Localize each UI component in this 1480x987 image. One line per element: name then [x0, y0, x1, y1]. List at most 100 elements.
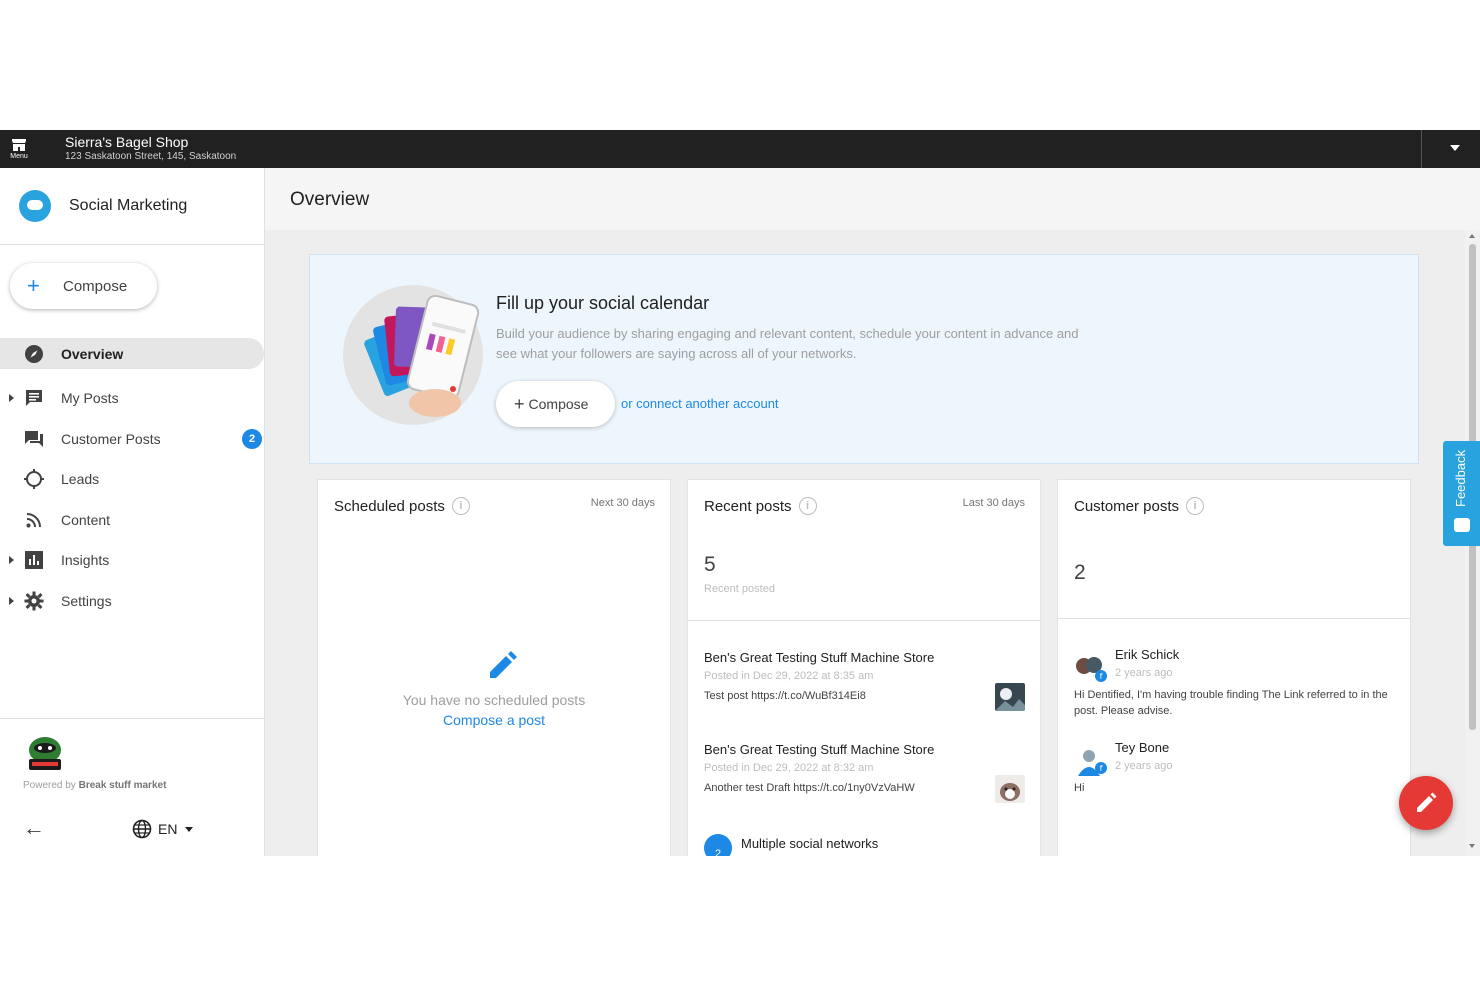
avatar: f: [1076, 657, 1107, 682]
brand-header: Social Marketing: [0, 168, 264, 245]
topbar-divider: [1421, 130, 1422, 168]
chat-icon: [23, 387, 45, 409]
customer-name: Erik Schick: [1115, 647, 1180, 662]
sidebar-item-label: Overview: [61, 345, 124, 362]
list-item[interactable]: Ben's Great Testing Stuff Machine Store …: [704, 650, 1029, 730]
card-divider: [1058, 618, 1410, 619]
partner-logo-icon: [29, 737, 61, 770]
feedback-tab[interactable]: Feedback: [1443, 441, 1480, 546]
customer-post-time: 2 years ago: [1115, 760, 1173, 772]
scroll-down-icon[interactable]: [1469, 844, 1475, 848]
no-scheduled-text: You have no scheduled posts: [402, 692, 586, 708]
banner-compose-button[interactable]: + Compose: [496, 381, 615, 427]
post-date: Posted in Dec 29, 2022 at 8:32 am: [704, 762, 874, 774]
rss-icon: [23, 509, 45, 531]
post-thumbnail-icon[interactable]: [995, 775, 1025, 803]
svg-text:f: f: [1100, 672, 1103, 681]
post-author: Ben's Great Testing Stuff Machine Store: [704, 650, 935, 665]
post-thumbnail-icon[interactable]: [995, 683, 1025, 711]
social-marketing-logo-icon: [19, 190, 51, 222]
pencil-icon: [490, 651, 517, 678]
back-arrow-icon[interactable]: ←: [23, 817, 45, 839]
brand-name: Social Marketing: [69, 197, 188, 214]
customer-post-text: Hi: [1074, 782, 1085, 794]
scheduled-posts-title: Scheduled posts: [334, 497, 445, 515]
customer-post-time: 2 years ago: [1115, 667, 1173, 679]
business-address: 123 Saskatoon Street, 145, Saskatoon: [65, 151, 237, 162]
feedback-label: Feedback: [1453, 449, 1468, 507]
compose-button[interactable]: + Compose: [10, 263, 157, 309]
plus-icon: +: [27, 273, 40, 298]
gear-icon: [23, 590, 45, 612]
plus-icon: +: [514, 393, 525, 414]
expand-arrow-icon[interactable]: [9, 394, 14, 403]
banner-title: Fill up your social calendar: [496, 293, 710, 313]
page-title: Overview: [290, 189, 370, 210]
crosshair-icon: [23, 468, 45, 490]
sidebar-item-customer-posts[interactable]: Customer Posts 2: [0, 419, 264, 460]
app-window: Menu Sierra's Bagel Shop 123 Saskatoon S…: [0, 130, 1480, 856]
scheduled-range: Next 30 days: [590, 497, 655, 509]
compass-icon: [23, 343, 45, 365]
compose-fab-button[interactable]: [1399, 776, 1453, 830]
customer-count: 2: [1074, 561, 1086, 584]
compose-label: Compose: [63, 277, 128, 295]
menu-label: Menu: [10, 153, 28, 160]
menu-button[interactable]: Menu: [0, 130, 38, 168]
chevron-down-icon[interactable]: [1450, 145, 1460, 151]
expand-arrow-icon[interactable]: [9, 556, 14, 565]
svg-text:f: f: [1100, 764, 1103, 773]
scroll-up-icon[interactable]: [1469, 234, 1475, 238]
sidebar-item-label: Insights: [61, 552, 110, 569]
networks-label: Multiple social networks: [741, 835, 879, 851]
sidebar-item-my-posts[interactable]: My Posts: [0, 378, 264, 419]
recent-count-label: Recent posted: [704, 583, 775, 595]
sidebar-item-overview[interactable]: Overview: [0, 338, 264, 369]
customer-name: Tey Bone: [1115, 740, 1170, 755]
main-area: Overview Fill up your social calendar Bu…: [265, 168, 1480, 856]
banner-compose-label: Compose: [528, 396, 589, 412]
customer-posts-title: Customer posts: [1074, 497, 1180, 515]
sidebar-footer: Powered by Break stuff market ← EN: [0, 718, 264, 856]
avatar: f: [1078, 750, 1107, 776]
bar-chart-icon: [23, 549, 45, 571]
sidebar-item-leads[interactable]: Leads: [0, 459, 264, 500]
recent-count: 5: [704, 553, 716, 576]
content-area[interactable]: Fill up your social calendar Build your …: [265, 230, 1465, 856]
customer-posts-card: Customer posts i 2 f Erik Schick 2 years…: [1057, 479, 1411, 856]
social-cards-illustration-icon: [343, 285, 483, 425]
multiple-networks-row[interactable]: 2 Multiple social networks: [704, 834, 878, 856]
customer-posts-badge: 2: [242, 428, 262, 449]
compose-post-link[interactable]: Compose a post: [318, 712, 670, 728]
post-text: Another test Draft https://t.co/1ny0VzVa…: [704, 782, 915, 794]
recent-range: Last 30 days: [962, 497, 1025, 509]
feedback-icon: [1454, 518, 1470, 532]
sidebar-item-label: Settings: [61, 592, 112, 609]
connect-account-link[interactable]: or connect another account: [621, 396, 779, 411]
sidebar: Social Marketing + Compose Overview My P…: [0, 168, 265, 856]
recent-posts-card: Recent posts i Last 30 days 5 Recent pos…: [687, 479, 1041, 856]
list-item[interactable]: Ben's Great Testing Stuff Machine Store …: [704, 742, 1029, 822]
sidebar-item-content[interactable]: Content: [0, 500, 264, 541]
pencil-icon: [1417, 792, 1437, 812]
scheduled-posts-card: Scheduled posts i Next 30 days You have …: [317, 479, 671, 856]
card-title: Recent posts i: [704, 497, 817, 515]
banner-description: Build your audience by sharing engaging …: [496, 326, 1079, 361]
language-selector[interactable]: EN: [132, 819, 194, 839]
post-author: Ben's Great Testing Stuff Machine Store: [704, 742, 935, 757]
info-icon[interactable]: i: [451, 497, 470, 515]
sidebar-nav: Overview My Posts Customer Posts 2 Leads…: [0, 338, 264, 621]
info-icon[interactable]: i: [1186, 497, 1205, 515]
recent-posts-title: Recent posts: [704, 497, 792, 515]
sidebar-item-label: My Posts: [61, 390, 119, 407]
sidebar-item-label: Leads: [61, 471, 100, 488]
card-title: Scheduled posts i: [334, 497, 470, 515]
info-icon[interactable]: i: [798, 497, 817, 515]
expand-arrow-icon[interactable]: [9, 596, 14, 605]
sidebar-item-label: Content: [61, 511, 111, 528]
sidebar-item-settings[interactable]: Settings: [0, 581, 264, 622]
card-divider: [688, 620, 1040, 621]
sidebar-item-insights[interactable]: Insights: [0, 540, 264, 581]
card-title: Customer posts i: [1074, 497, 1205, 515]
forum-icon: [23, 428, 45, 450]
